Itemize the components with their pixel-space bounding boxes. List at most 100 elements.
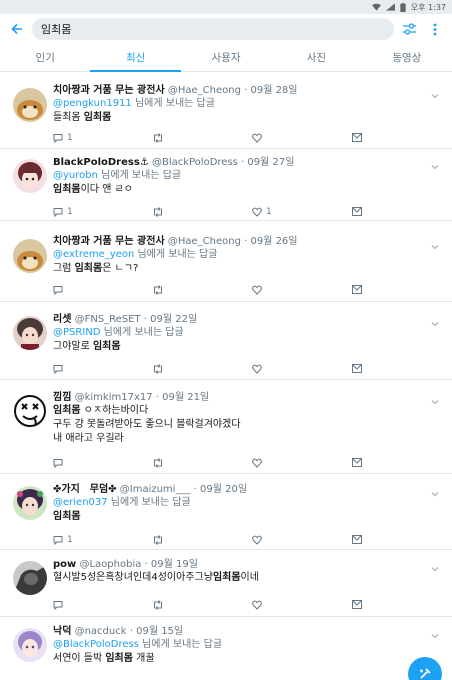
handle[interactable]: @Laophobia xyxy=(79,559,141,570)
retweet-button[interactable] xyxy=(152,285,168,295)
reply-button[interactable] xyxy=(53,364,67,374)
tweet[interactable]: 치아짱과 거품 무는 광전사 @Hae_Cheong · 09월 28일 @pe… xyxy=(0,78,452,149)
tweet[interactable]: 낌낌 @kimkim17x17 · 09월 21일 임최몸 ㅇㅈ하는바이다 구두… xyxy=(0,380,452,474)
tweet[interactable]: pow @Laophobia · 09월 19일 혈시발5성은흑창녀인데4성이아… xyxy=(0,550,452,617)
like-button[interactable] xyxy=(252,535,266,545)
retweet-button[interactable] xyxy=(152,133,168,143)
timestamp[interactable]: · 09월 15일 xyxy=(130,626,183,637)
like-button[interactable] xyxy=(252,133,266,143)
chevron-down-icon[interactable] xyxy=(430,626,440,639)
like-count: 1 xyxy=(266,207,272,217)
display-name[interactable]: 낌낌 xyxy=(53,392,71,403)
handle[interactable]: @Hae_Cheong xyxy=(168,85,241,96)
like-button[interactable] xyxy=(252,600,266,610)
handle[interactable]: @FNS_ReSET xyxy=(75,314,141,325)
mail-icon xyxy=(352,600,362,609)
share-button[interactable] xyxy=(352,207,362,216)
reply-button[interactable]: 1 xyxy=(53,133,73,143)
tweet[interactable]: 리셋 @FNS_ReSET · 09월 22일 @PSRIND 님에게 보내는 … xyxy=(0,302,452,380)
mention-link[interactable]: @extreme_yeon xyxy=(53,249,134,260)
heart-icon xyxy=(252,133,262,143)
avatar[interactable] xyxy=(13,88,47,122)
retweet-button[interactable] xyxy=(152,458,168,468)
tweet[interactable]: 낙덕 @nacduck · 09월 15일 @BlackPoloDress 님에… xyxy=(0,617,452,680)
avatar[interactable] xyxy=(13,239,47,273)
tweet[interactable]: ✤가지 무덤✤ @Imaizumi___ · 09월 20일 @erien037… xyxy=(0,474,452,550)
share-button[interactable] xyxy=(352,285,362,294)
search-field[interactable] xyxy=(32,18,394,40)
retweet-icon xyxy=(154,285,162,295)
display-name[interactable]: 낙덕 xyxy=(53,626,71,637)
handle[interactable]: @BlackPoloDress xyxy=(152,157,238,168)
avatar[interactable] xyxy=(13,316,47,350)
display-name[interactable]: BlackPoloDress⚓ xyxy=(53,157,149,168)
share-button[interactable] xyxy=(352,364,362,373)
reply-context: @PSRIND 님에게 보내는 답글 xyxy=(53,327,184,338)
retweet-button[interactable] xyxy=(152,364,168,374)
reply-button[interactable]: 1 xyxy=(53,535,73,545)
retweet-button[interactable] xyxy=(152,207,168,217)
handle[interactable]: @Imaizumi___ xyxy=(120,484,191,495)
handle[interactable]: @Hae_Cheong xyxy=(168,236,241,247)
tweet[interactable]: 치아짱과 거품 무는 광전사 @Hae_Cheong · 09월 26일 @ex… xyxy=(0,221,452,302)
timestamp[interactable]: · 09월 28일 xyxy=(244,85,297,96)
mention-link[interactable]: @pengkun1911 xyxy=(53,98,132,109)
avatar[interactable] xyxy=(13,159,47,193)
mention-link[interactable]: @PSRIND xyxy=(53,327,100,338)
display-name[interactable]: ✤가지 무덤✤ xyxy=(53,484,117,495)
like-button[interactable]: 1 xyxy=(252,207,272,217)
avatar[interactable] xyxy=(13,628,47,662)
share-button[interactable] xyxy=(352,535,362,544)
chevron-down-icon[interactable] xyxy=(430,559,440,572)
tab-videos[interactable]: 동영상 xyxy=(362,44,452,71)
tweet[interactable]: BlackPoloDress⚓ @BlackPoloDress · 09월 27… xyxy=(0,149,452,221)
chevron-down-icon[interactable] xyxy=(430,157,440,170)
timestamp[interactable]: · 09월 19일 xyxy=(145,559,198,570)
tab-top[interactable]: 인기 xyxy=(0,44,90,71)
reply-button[interactable] xyxy=(53,600,67,610)
share-button[interactable] xyxy=(352,133,362,142)
timestamp[interactable]: · 09월 20일 xyxy=(194,484,247,495)
retweet-button[interactable] xyxy=(152,600,168,610)
like-button[interactable] xyxy=(252,285,266,295)
like-button[interactable] xyxy=(252,364,266,374)
chevron-down-icon[interactable] xyxy=(430,237,440,250)
display-name[interactable]: 리셋 xyxy=(53,314,71,325)
chevron-down-icon[interactable] xyxy=(430,392,440,405)
avatar[interactable] xyxy=(13,561,47,595)
handle[interactable]: @kimkim17x17 xyxy=(75,392,153,403)
reply-button[interactable] xyxy=(53,458,67,468)
timestamp[interactable]: · 09월 22일 xyxy=(144,314,197,325)
reply-button[interactable]: 1 xyxy=(53,207,73,217)
share-button[interactable] xyxy=(352,600,362,609)
mention-link[interactable]: @yurobn xyxy=(53,170,98,181)
back-arrow-icon[interactable] xyxy=(8,20,26,38)
chevron-down-icon[interactable] xyxy=(430,484,440,497)
display-name[interactable]: 치아짱과 거품 무는 광전사 xyxy=(53,236,165,247)
reply-button[interactable] xyxy=(53,285,67,295)
tweet-text: 임최몸 xyxy=(53,511,81,522)
display-name[interactable]: 치아짱과 거품 무는 광전사 xyxy=(53,85,165,96)
mention-link[interactable]: @erien037 xyxy=(53,497,108,508)
search-input[interactable] xyxy=(41,22,394,36)
avatar[interactable] xyxy=(13,394,47,428)
more-options-icon[interactable] xyxy=(424,18,446,40)
search-filter-icon[interactable] xyxy=(398,18,420,40)
tab-photos[interactable]: 사진 xyxy=(271,44,361,71)
chevron-down-icon[interactable] xyxy=(430,86,440,99)
display-name[interactable]: pow xyxy=(53,559,76,570)
chevron-down-icon[interactable] xyxy=(430,314,440,327)
tweet-text: 혈시발5성은흑창녀인데4성이아주그냥임최몸이네 xyxy=(53,572,259,583)
timestamp[interactable]: · 09월 21일 xyxy=(156,392,209,403)
handle[interactable]: @nacduck xyxy=(75,626,127,637)
timestamp[interactable]: · 09월 26일 xyxy=(244,236,297,247)
tab-latest[interactable]: 최신 xyxy=(90,44,182,72)
like-button[interactable] xyxy=(252,458,266,468)
heart-icon xyxy=(252,364,262,374)
retweet-button[interactable] xyxy=(152,535,168,545)
timestamp[interactable]: · 09월 27일 xyxy=(241,157,294,168)
mention-link[interactable]: @BlackPoloDress xyxy=(53,639,139,650)
share-button[interactable] xyxy=(352,458,362,467)
avatar[interactable] xyxy=(13,486,47,520)
tab-people[interactable]: 사용자 xyxy=(181,44,271,71)
